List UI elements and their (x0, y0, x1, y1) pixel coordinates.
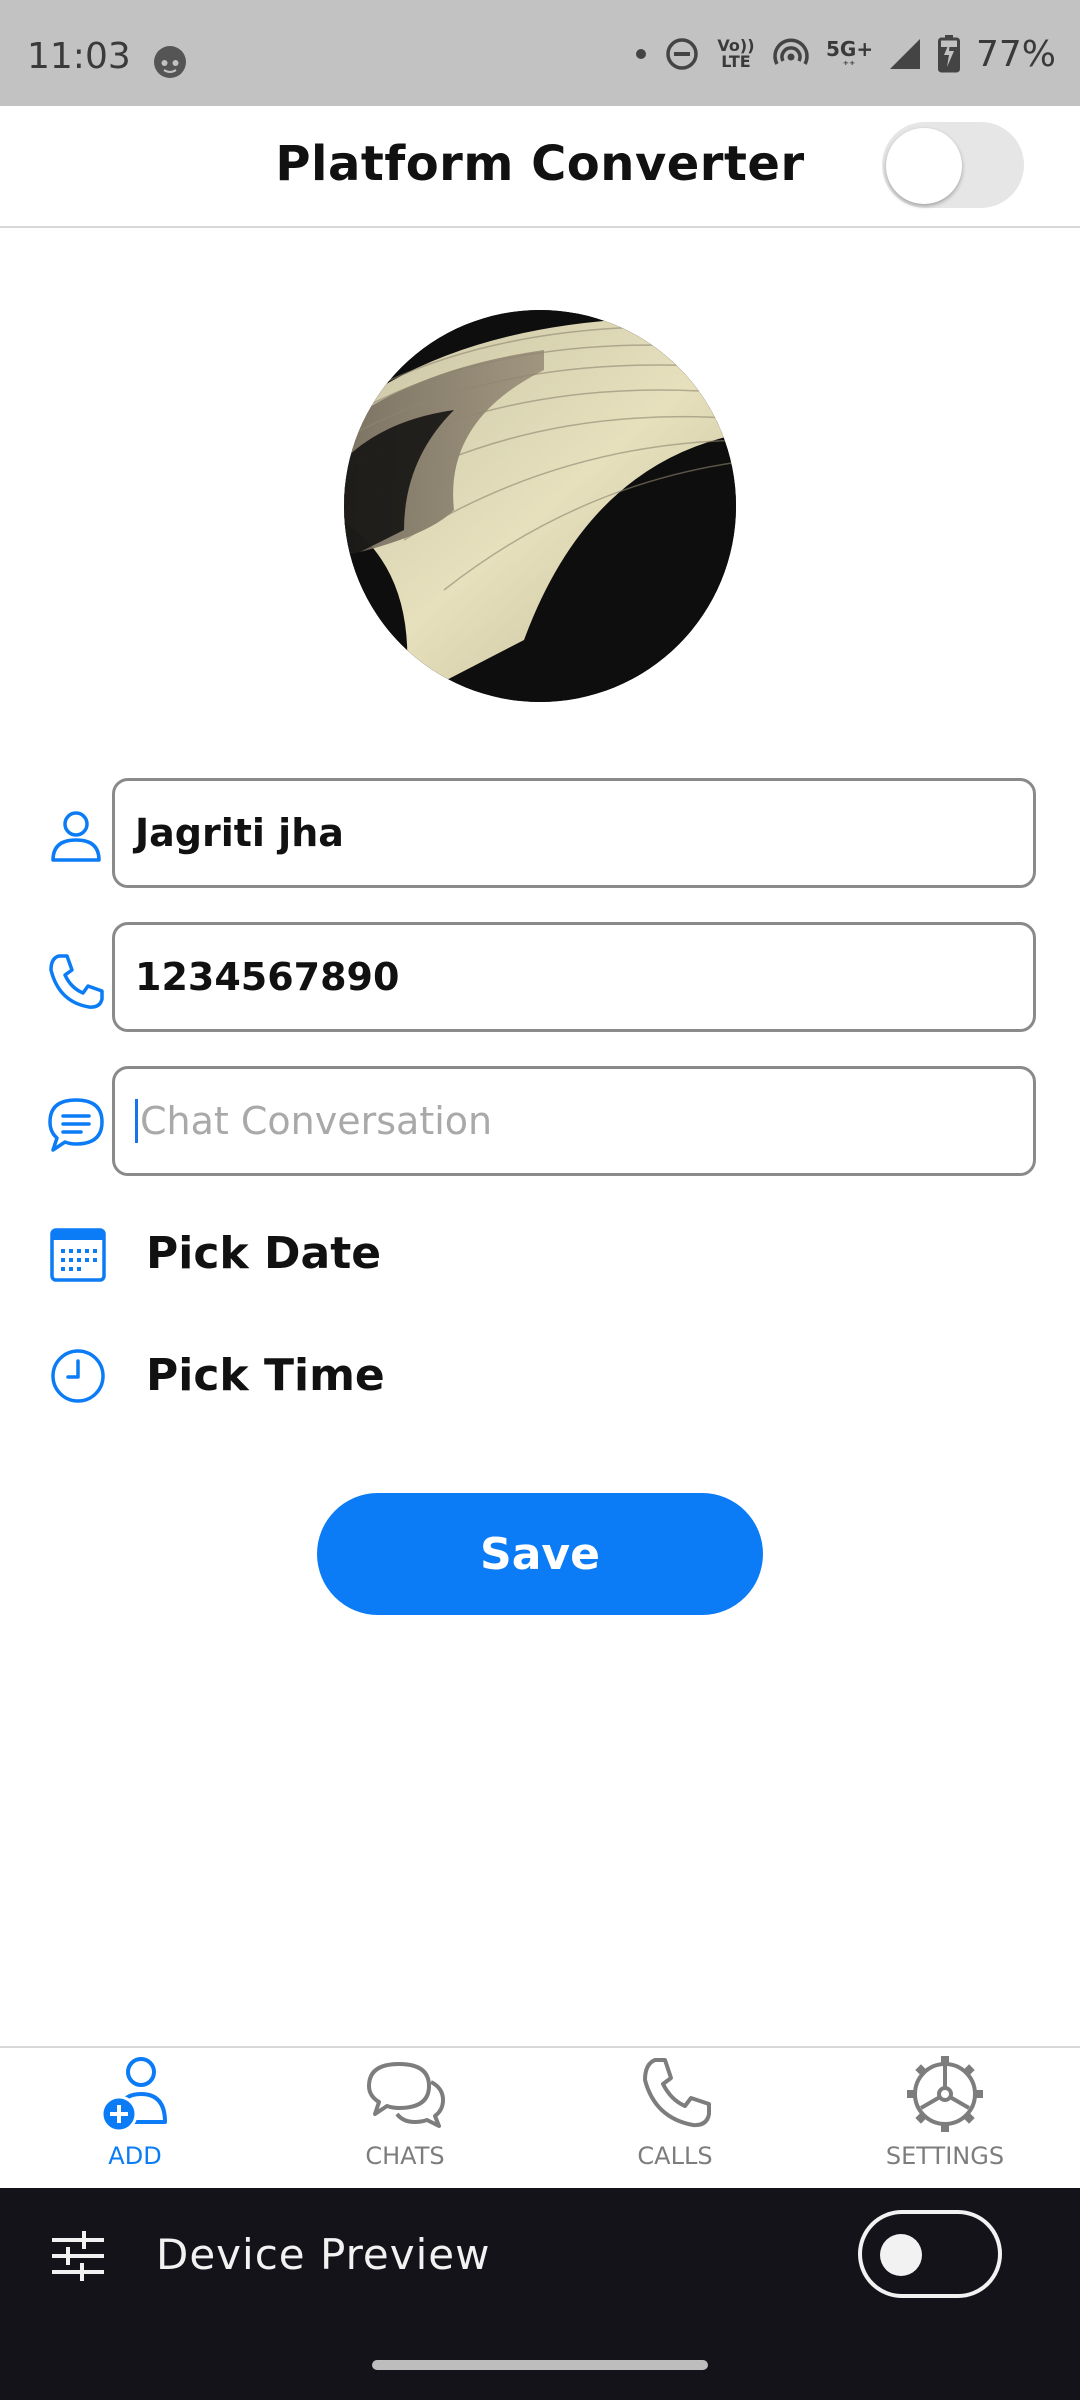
name-input[interactable]: Jagriti jha (112, 778, 1036, 888)
device-preview-switch[interactable] (858, 2210, 1002, 2298)
status-time: 11:03 (27, 36, 131, 77)
signal-icon (889, 39, 920, 69)
nav-tab-calls[interactable]: CALLS (575, 2054, 775, 2184)
device-preview-bar: Device Preview (0, 2188, 1080, 2400)
dot-icon (635, 49, 646, 59)
chat-conversation-input[interactable]: Chat Conversation (112, 1066, 1036, 1176)
battery-charging-icon (937, 35, 960, 73)
status-bar: 11:03 Vo)) LTE 5G+ ⁺⁺ 77% (0, 0, 1080, 106)
pick-date-label: Pick Date (146, 1228, 382, 1279)
nav-tab-chats[interactable]: CHATS (305, 2054, 505, 2184)
nav-label-calls: CALLS (637, 2142, 713, 2170)
chat-icon (48, 1098, 104, 1152)
do-not-disturb-icon (666, 38, 698, 70)
app-bar: Platform Converter (0, 106, 1080, 228)
nav-tab-add[interactable]: ADD (35, 2054, 235, 2184)
device-preview-label: Device Preview (156, 2230, 491, 2279)
bottom-navigation: ADD CHATS CALLS SETTINGS (0, 2046, 1080, 2188)
calendar-icon (50, 1228, 106, 1282)
pick-date-row[interactable]: Pick Date (0, 1214, 1080, 1294)
home-indicator[interactable] (372, 2360, 708, 2370)
add-person-icon (100, 2057, 167, 2133)
phone-icon (643, 2058, 711, 2128)
switch-knob (880, 2234, 922, 2276)
chat-placeholder: Chat Conversation (140, 1099, 493, 1143)
nav-tab-settings[interactable]: SETTINGS (845, 2054, 1045, 2184)
gear-icon (907, 2056, 983, 2132)
name-row: Jagriti jha (0, 778, 1080, 888)
pick-time-row[interactable]: Pick Time (0, 1336, 1080, 1416)
sliders-icon[interactable] (50, 2228, 106, 2284)
profile-avatar[interactable] (344, 310, 736, 702)
theme-toggle-switch[interactable] (882, 122, 1024, 208)
hotspot-icon (773, 38, 809, 65)
battery-percent: 77% (975, 33, 1056, 75)
nav-label-chats: CHATS (365, 2142, 445, 2170)
nav-label-add: ADD (108, 2142, 162, 2170)
app-notification-icon (154, 46, 186, 78)
person-icon (51, 811, 101, 862)
text-caret (135, 1099, 138, 1143)
chat-bubbles-icon (367, 2062, 445, 2128)
clock-icon (51, 1349, 105, 1403)
nav-label-settings: SETTINGS (885, 2142, 1005, 2170)
chat-row: Chat Conversation (0, 1066, 1080, 1176)
phone-icon (49, 954, 104, 1009)
volte-indicator: Vo)) LTE (717, 36, 755, 71)
saturn-rings-image (344, 310, 736, 702)
phone-input[interactable]: 1234567890 (112, 922, 1036, 1032)
phone-row: 1234567890 (0, 922, 1080, 1032)
switch-knob (886, 128, 962, 204)
pick-time-label: Pick Time (146, 1350, 385, 1401)
save-button[interactable]: Save (317, 1493, 763, 1615)
network-type: 5G+ ⁺⁺ (825, 37, 874, 72)
